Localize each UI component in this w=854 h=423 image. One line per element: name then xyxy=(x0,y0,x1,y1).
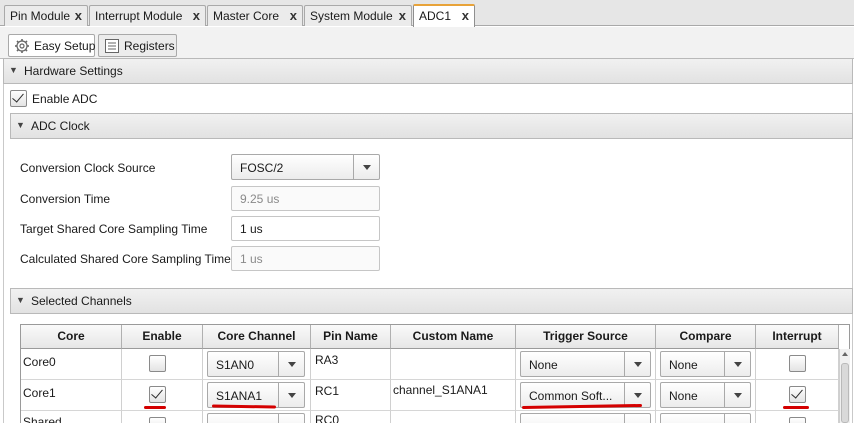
interrupt-checkbox[interactable] xyxy=(789,386,806,403)
compare-select[interactable]: None xyxy=(660,382,751,408)
tab-interrupt-module[interactable]: Interrupt Module x xyxy=(89,5,206,26)
column-header-core[interactable]: Core xyxy=(21,325,122,349)
core-cell: Core0 xyxy=(23,355,56,369)
collapse-icon[interactable]: ▼ xyxy=(16,295,25,305)
tab-label: Pin Module xyxy=(10,9,71,23)
trigger-source-select[interactable] xyxy=(520,413,651,423)
chevron-down-icon[interactable] xyxy=(724,383,750,407)
close-icon[interactable]: x xyxy=(462,8,469,23)
tab-system-module[interactable]: System Module x xyxy=(304,5,412,26)
calculated-sampling-time-field: 1 us xyxy=(231,246,380,271)
annotation-underline xyxy=(144,406,166,409)
tab-label: System Module xyxy=(310,9,393,23)
tab-pin-module[interactable]: Pin Module x xyxy=(4,5,88,26)
enable-adc-label: Enable ADC xyxy=(32,92,98,106)
conversion-time-field: 9.25 us xyxy=(231,186,380,211)
chevron-down-icon[interactable] xyxy=(624,352,650,376)
scroll-up-icon[interactable] xyxy=(842,352,848,356)
field-value: 1 us xyxy=(240,252,263,266)
easy-setup-tab[interactable]: Easy Setup xyxy=(8,34,95,57)
scroll-thumb[interactable] xyxy=(841,363,849,423)
column-header-core-channel[interactable]: Core Channel xyxy=(203,325,311,349)
enable-adc-checkbox[interactable] xyxy=(10,90,27,107)
column-header-pin-name[interactable]: Pin Name xyxy=(311,325,391,349)
close-icon[interactable]: x xyxy=(75,8,82,23)
column-header-interrupt[interactable]: Interrupt xyxy=(756,325,839,349)
registers-label: Registers xyxy=(124,39,175,53)
column-header-compare[interactable]: Compare xyxy=(656,325,756,349)
adc-clock-header[interactable]: ▼ ADC Clock xyxy=(10,113,853,139)
chevron-down-icon[interactable] xyxy=(278,414,304,423)
section-title: Hardware Settings xyxy=(24,64,123,78)
hardware-settings-header[interactable]: ▼ Hardware Settings xyxy=(3,58,853,84)
selected-value: None xyxy=(669,389,698,403)
column-header-enable[interactable]: Enable xyxy=(122,325,203,349)
target-sampling-time-input[interactable]: 1 us xyxy=(231,216,380,241)
selected-value: FOSC/2 xyxy=(240,161,284,175)
custom-name-cell[interactable]: channel_S1ANA1 xyxy=(391,380,516,411)
easy-setup-label: Easy Setup xyxy=(34,39,96,53)
compare-select[interactable]: None xyxy=(660,351,751,377)
chevron-down-icon[interactable] xyxy=(624,414,650,423)
tab-label: ADC1 xyxy=(419,9,452,23)
tab-label: Interrupt Module xyxy=(95,9,183,23)
section-title: Selected Channels xyxy=(31,294,132,308)
gear-icon xyxy=(15,39,29,53)
close-icon[interactable]: x xyxy=(290,8,297,23)
field-value: 9.25 us xyxy=(240,192,280,206)
field-value: 1 us xyxy=(240,222,263,236)
chevron-down-icon[interactable] xyxy=(724,352,750,376)
tab-label: Master Core xyxy=(213,9,280,23)
custom-name-cell[interactable] xyxy=(391,411,516,423)
enable-checkbox[interactable] xyxy=(149,386,166,403)
column-header-custom-name[interactable]: Custom Name xyxy=(391,325,516,349)
compare-select[interactable] xyxy=(660,413,751,423)
collapse-icon[interactable]: ▼ xyxy=(16,120,25,130)
core-cell: Core1 xyxy=(23,386,56,400)
collapse-icon[interactable]: ▼ xyxy=(9,65,18,75)
selected-value: Common Soft... xyxy=(529,389,613,403)
pin-name-cell: RC0 xyxy=(315,413,340,423)
target-sampling-time-label: Target Shared Core Sampling Time xyxy=(20,222,208,236)
core-cell: Shared xyxy=(23,415,62,423)
trigger-source-select[interactable]: None xyxy=(520,351,651,377)
selected-value: None xyxy=(669,358,698,372)
selected-value: S1AN0 xyxy=(216,358,255,372)
pin-name-cell: RC1 xyxy=(315,384,340,398)
selected-channels-header[interactable]: ▼ Selected Channels xyxy=(10,288,853,314)
conversion-clock-source-select[interactable]: FOSC/2 xyxy=(231,154,380,180)
chevron-down-icon[interactable] xyxy=(353,155,379,179)
selected-value: None xyxy=(529,358,558,372)
chevron-down-icon[interactable] xyxy=(278,352,304,376)
chevron-down-icon[interactable] xyxy=(278,383,304,407)
section-title: ADC Clock xyxy=(31,119,90,133)
view-mode-bar: Easy Setup Registers xyxy=(0,27,854,59)
calculated-sampling-time-label: Calculated Shared Core Sampling Time xyxy=(20,252,231,266)
conversion-clock-source-label: Conversion Clock Source xyxy=(20,161,156,175)
registers-tab[interactable]: Registers xyxy=(98,34,177,57)
column-header-trigger-source[interactable]: Trigger Source xyxy=(516,325,656,349)
chevron-down-icon[interactable] xyxy=(724,414,750,423)
interrupt-checkbox[interactable] xyxy=(789,417,806,423)
table-scrollbar[interactable] xyxy=(839,349,850,423)
close-icon[interactable]: x xyxy=(399,8,406,23)
annotation-underline xyxy=(783,406,809,409)
interrupt-checkbox[interactable] xyxy=(789,355,806,372)
core-channel-select[interactable] xyxy=(207,413,305,423)
enable-checkbox[interactable] xyxy=(149,355,166,372)
selected-value: S1ANA1 xyxy=(216,389,263,403)
list-icon xyxy=(105,39,119,53)
custom-name-cell[interactable] xyxy=(391,349,516,380)
editor-tab-bar: Pin Module x Interrupt Module x Master C… xyxy=(0,0,854,27)
enable-checkbox[interactable] xyxy=(149,417,166,423)
core-channel-select[interactable]: S1AN0 xyxy=(207,351,305,377)
pin-name-cell: RA3 xyxy=(315,353,339,367)
conversion-time-label: Conversion Time xyxy=(20,192,111,206)
close-icon[interactable]: x xyxy=(193,8,200,23)
tab-adc1[interactable]: ADC1 x xyxy=(413,4,475,27)
tab-master-core[interactable]: Master Core x xyxy=(207,5,303,26)
